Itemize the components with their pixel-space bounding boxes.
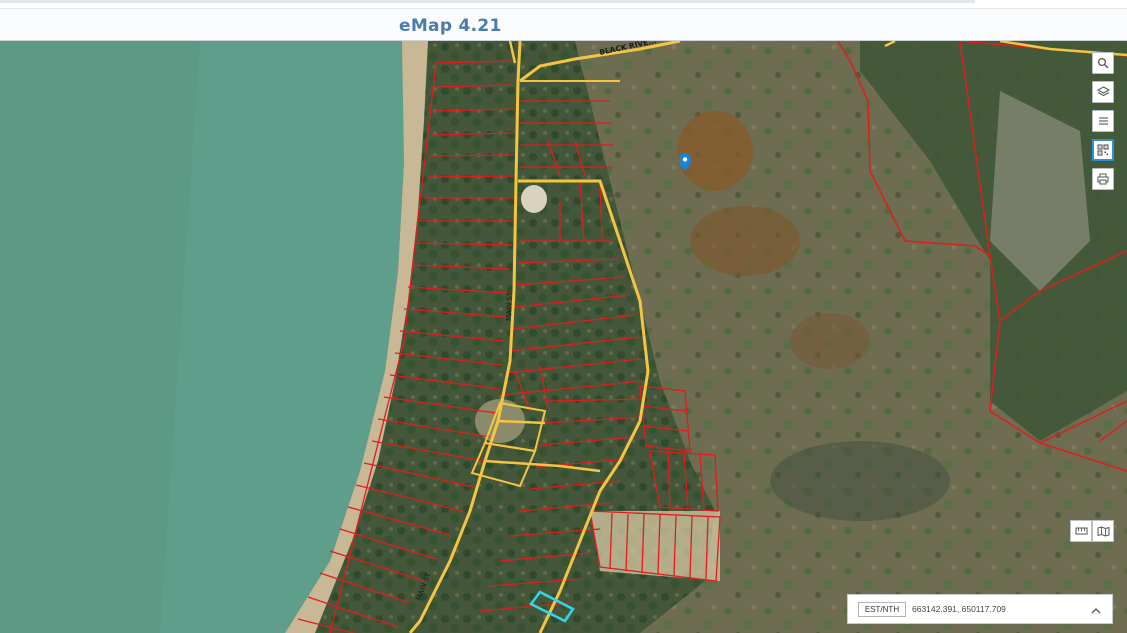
print-icon: [1097, 173, 1109, 185]
menu-button[interactable]: [1092, 110, 1114, 132]
map-bottom-tools: [1070, 520, 1114, 542]
print-button[interactable]: [1092, 168, 1114, 190]
layers-button[interactable]: [1092, 81, 1114, 103]
top-scroll-track[interactable]: [0, 0, 975, 3]
layers-icon: [1096, 86, 1110, 97]
search-icon: [1097, 57, 1109, 69]
qr-code-icon: [1097, 144, 1109, 156]
app-title: eMap 4.21: [399, 16, 502, 36]
coordinate-readout: 663142.391, 650117.709: [912, 604, 1006, 614]
app-header: eMap 4.21: [0, 8, 1127, 41]
top-strip: [0, 0, 1127, 8]
coordinate-panel-toggle[interactable]: [1088, 602, 1104, 618]
map-toolbar: [1092, 52, 1114, 197]
basemap-button[interactable]: [1092, 520, 1114, 542]
ruler-icon: [1075, 527, 1087, 535]
map-canvas[interactable]: BLACK RIVE... MAIN ST MAIN ST: [0, 41, 1127, 633]
coordinate-system-button[interactable]: EST/NTH: [858, 602, 906, 617]
menu-icon: [1098, 117, 1108, 125]
road-label-main-st-north: MAIN ST: [505, 291, 514, 321]
chevron-up-icon: [1091, 607, 1101, 613]
map-icon: [1097, 525, 1109, 537]
coordinate-panel: EST/NTH 663142.391, 650117.709: [847, 594, 1113, 624]
measure-button[interactable]: [1070, 520, 1092, 542]
aerial-map[interactable]: BLACK RIVE... MAIN ST MAIN ST: [0, 41, 1127, 633]
search-button[interactable]: [1092, 52, 1114, 74]
qr-code-button[interactable]: [1092, 139, 1114, 161]
